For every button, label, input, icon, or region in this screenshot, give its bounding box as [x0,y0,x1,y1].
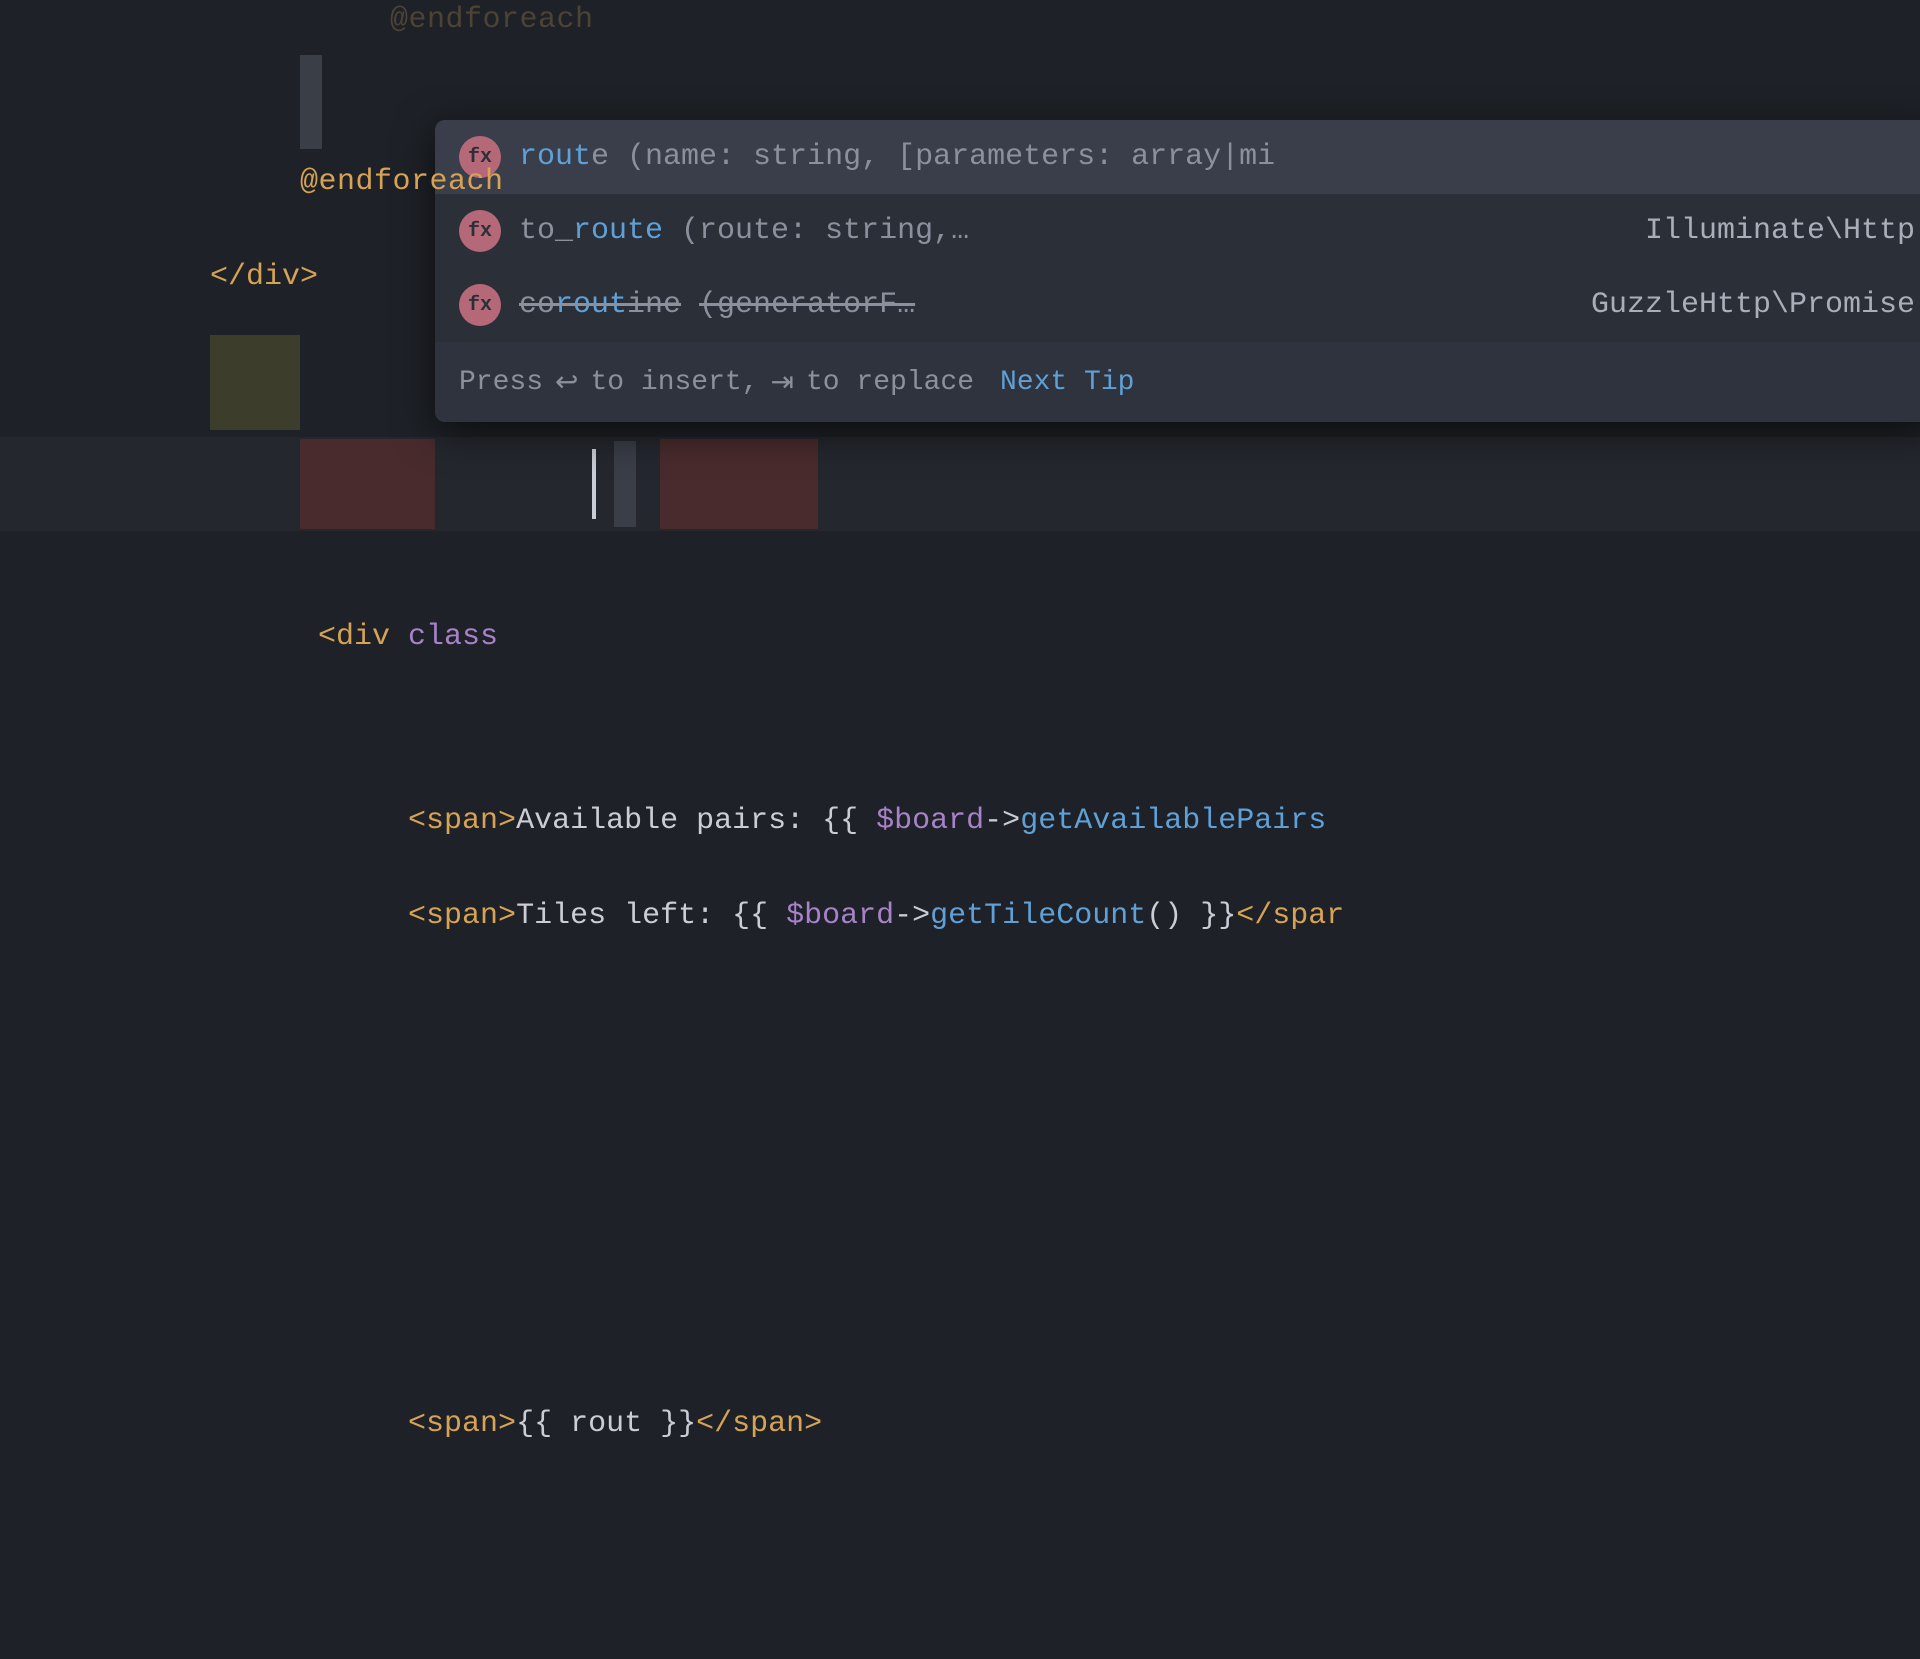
enter-key-icon: ↩ [555,365,578,400]
prefix-text: to_ [519,214,573,248]
html-tag-open: <div [318,620,390,654]
text-cursor [592,449,596,519]
match-text: rout [555,288,627,322]
parens: () [1146,899,1200,933]
tab-key-icon: ⇥ [771,365,794,400]
blade-directive: @endforeach [300,152,504,212]
prefix-text: co [519,288,555,322]
function-icon: fx [459,284,501,326]
blade-brace: {{ [732,899,786,933]
autocomplete-item[interactable]: fx route (name: string, [parameters: arr… [435,120,1920,194]
html-attr: class [390,620,498,654]
match-text: route [573,214,663,248]
blade-brace: }} [642,1407,696,1441]
footer-text: to insert, [590,367,758,398]
signature: (name: string, [parameters: array|mi [627,140,1275,174]
diff-highlight [660,439,818,529]
signature: (route: string,… [681,214,969,248]
function-icon: fx [459,210,501,252]
autocomplete-footer: Press ↩ to insert, ⇥ to replace Next Tip [435,342,1920,422]
diff-highlight [210,335,300,430]
namespace: Illuminate\Http [1645,214,1920,248]
blade-brace: {{ [516,1407,570,1441]
selection [614,441,636,527]
html-tag-close: </div> [210,247,318,307]
suffix-text: ine [627,288,681,322]
footer-text: to replace [806,367,974,398]
blade-directive: @endforeach [390,4,594,32]
html-tag-close: </spar [1236,899,1344,933]
match-text: rout [519,140,591,174]
php-variable: $board [786,899,894,933]
blade-brace: }} [1200,899,1236,933]
namespace: GuzzleHttp\Promise [1591,288,1920,322]
next-tip-link[interactable]: Next Tip [1000,367,1134,398]
arrow-op: -> [894,899,930,933]
diff-highlight [300,439,435,529]
signature: (generatorF… [699,288,915,322]
html-tag-close: </span> [696,1407,822,1441]
autocomplete-item[interactable]: fx coroutine (generatorF… GuzzleHttp\Pro… [435,268,1920,342]
suffix-text: e [591,140,609,174]
typed-text: rout [570,1407,642,1441]
html-tag-open: <span> [408,899,516,933]
method-call: getTileCount [930,899,1146,933]
footer-text: Press [459,367,543,398]
autocomplete-item[interactable]: fx to_route (route: string,… Illuminate\… [435,194,1920,268]
autocomplete-popup: fx route (name: string, [parameters: arr… [435,120,1920,422]
code-editor[interactable]: @endforeach @endforeach </div> <div clas… [0,0,1920,1080]
text-content: Tiles left: [516,899,732,933]
html-tag-open: <span> [408,1407,516,1441]
